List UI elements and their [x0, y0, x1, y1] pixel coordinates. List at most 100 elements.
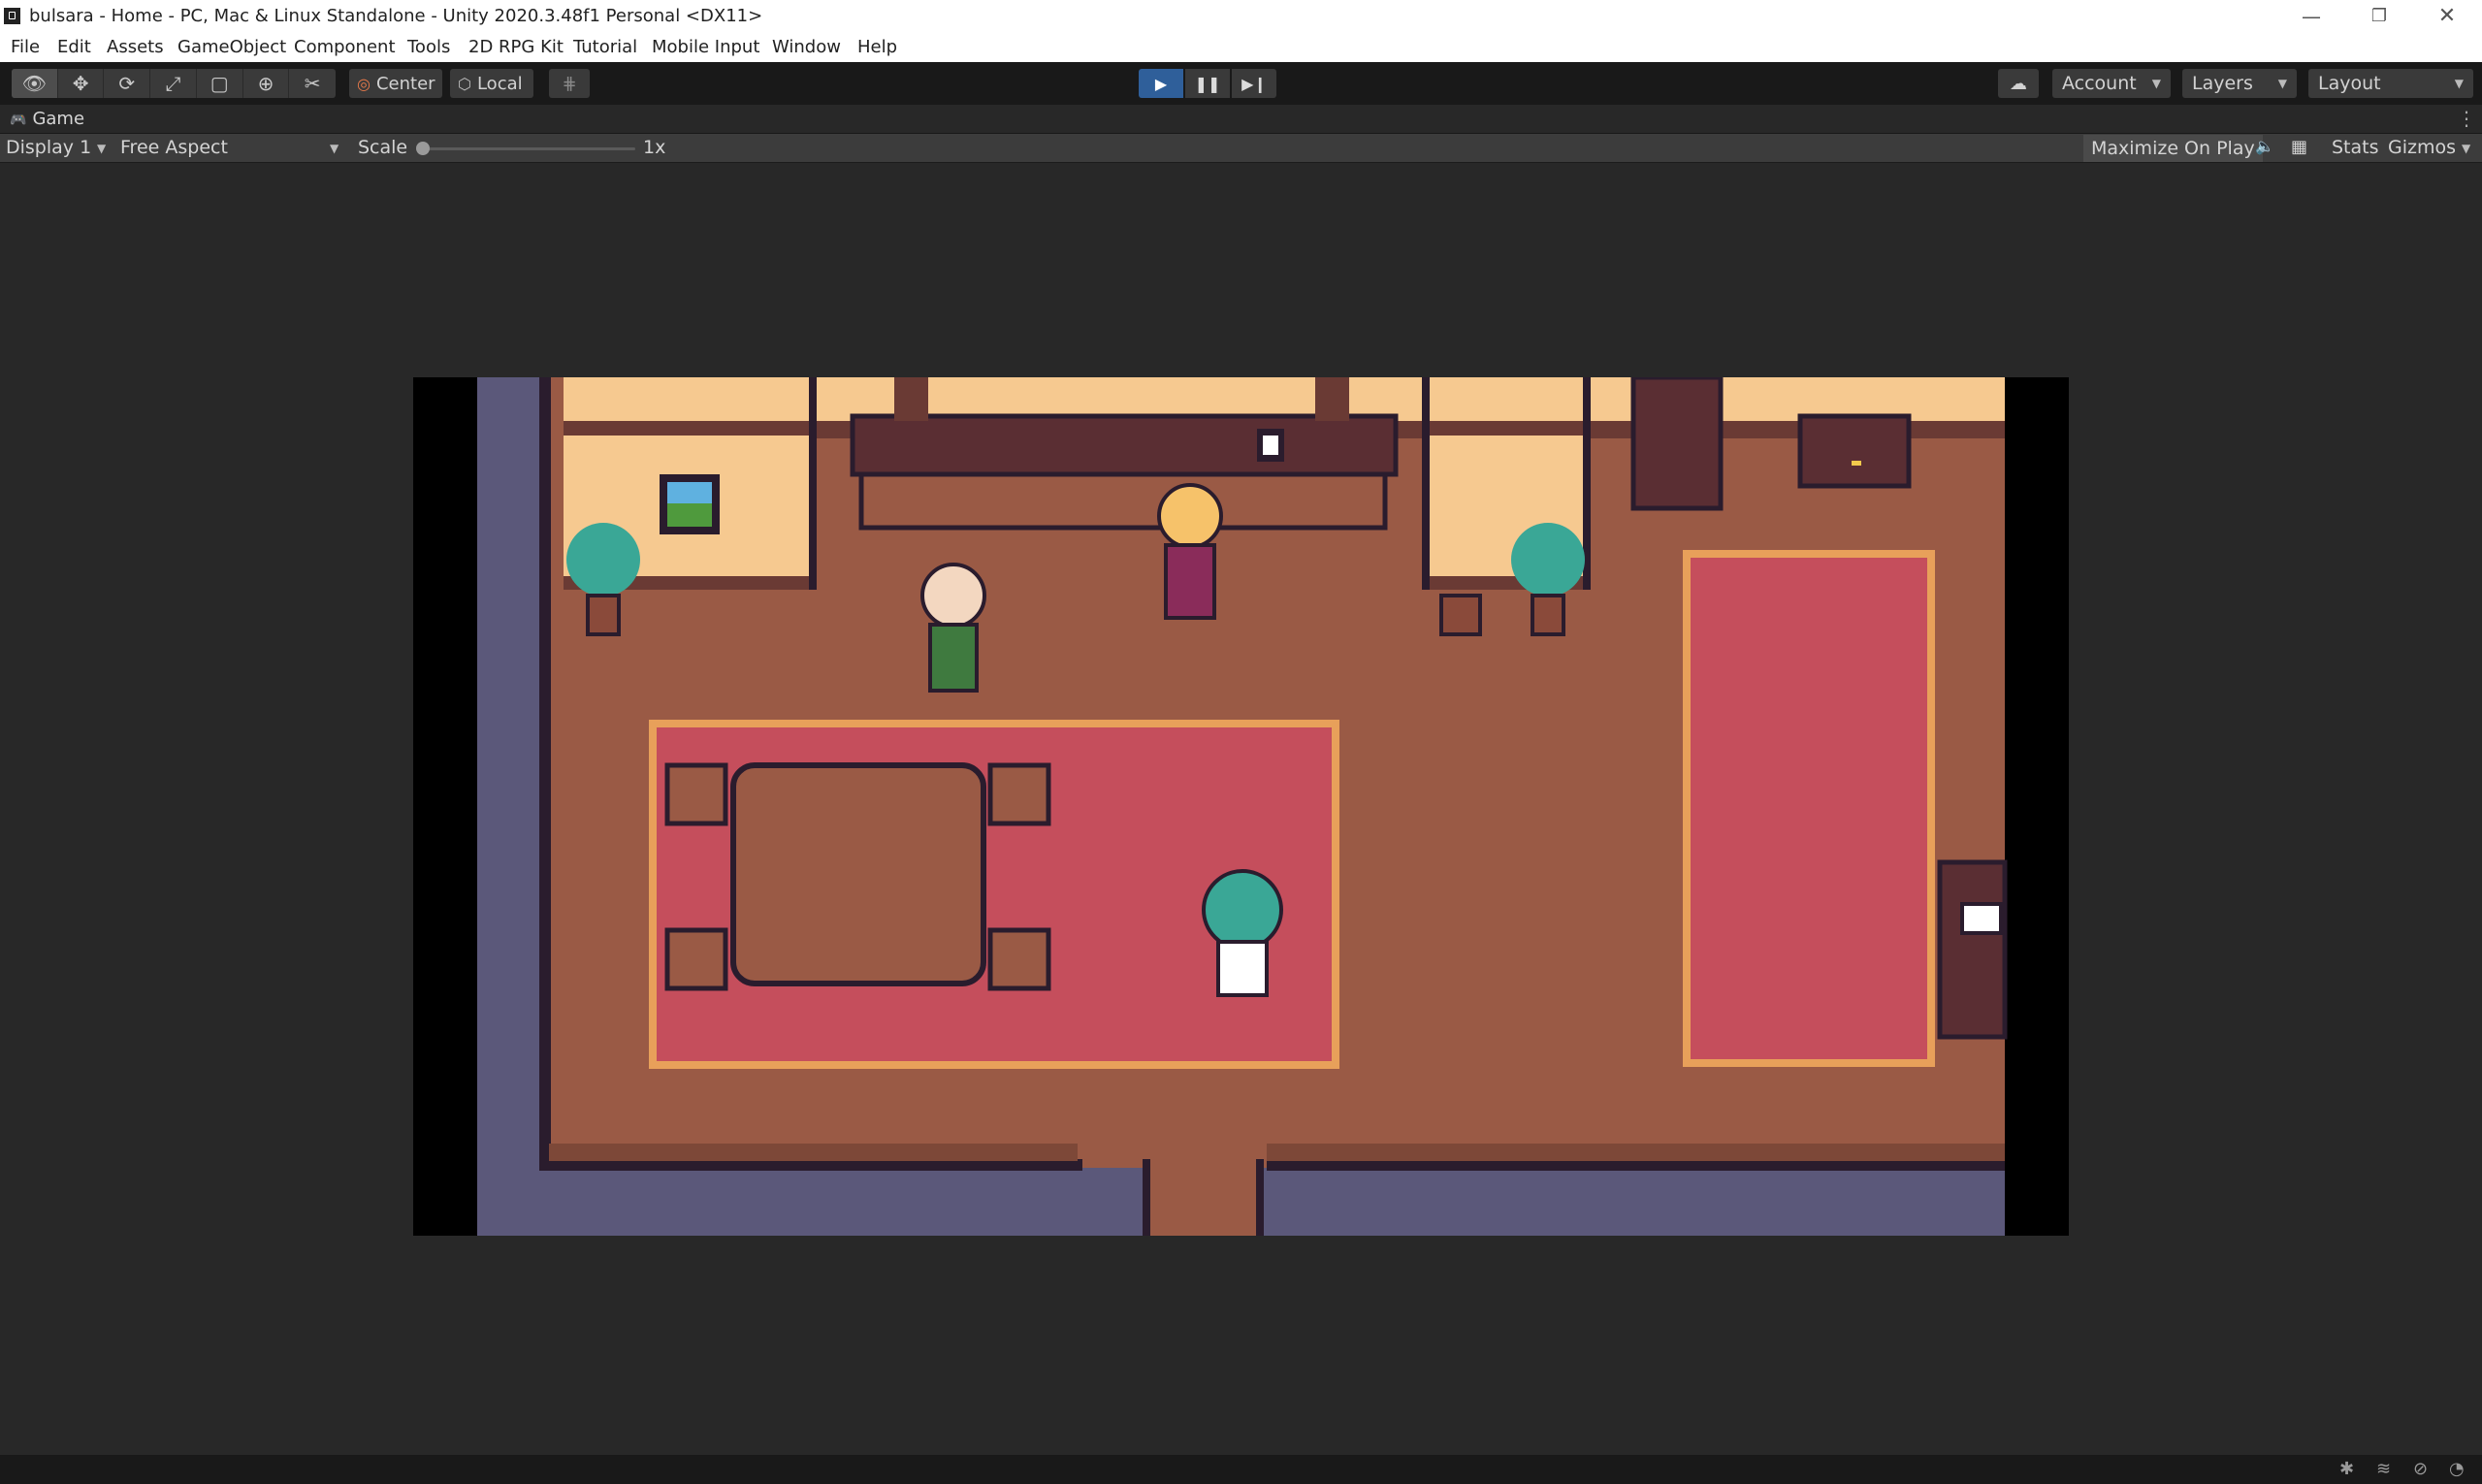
player-head [1202, 869, 1283, 951]
doorway-edge-right [1256, 1159, 1264, 1236]
main-toolbar: 👁 ✥ ⟳ ⤢ ▢ ⊕ ✂ ◎ Center ⬡ Local ⋕ ▶ ❚❚ ▶❙… [0, 62, 2482, 105]
step-icon: ▶❙ [1241, 74, 1267, 93]
caret-down-icon: ▼ [2454, 77, 2464, 90]
play-button[interactable]: ▶ [1139, 69, 1183, 98]
layers-icon[interactable]: ≋ [2376, 1459, 2391, 1479]
dresser [1797, 413, 1912, 489]
grid-icon[interactable]: ▦ [2291, 137, 2307, 157]
menu-window[interactable]: Window [772, 37, 841, 57]
doorway-edge-left [1143, 1159, 1150, 1236]
step-button[interactable]: ▶❙ [1232, 69, 1276, 98]
game-view [0, 163, 2482, 1455]
layers-dropdown[interactable]: Layers ▼ [2182, 69, 2297, 98]
restore-button[interactable]: ❐ [2345, 0, 2413, 33]
grid-snap-icon: ⋕ [562, 73, 577, 94]
move-tool-icon[interactable]: ✥ [58, 69, 105, 98]
layout-dropdown[interactable]: Layout ▼ [2308, 69, 2473, 98]
aspect-dropdown[interactable]: Free Aspect [120, 137, 228, 158]
plant-left-foliage [566, 523, 640, 597]
menu-gameobject[interactable]: GameObject [177, 37, 286, 57]
tab-menu-icon[interactable]: ⋮ [2457, 107, 2476, 130]
rect-tool-icon[interactable]: ▢ [197, 69, 243, 98]
menu-file[interactable]: File [11, 37, 40, 57]
mute-audio-icon[interactable]: 🔈 [2255, 137, 2274, 155]
doorway-floor [1143, 1159, 1264, 1236]
pivot-mode-button[interactable]: ◎ Center [349, 69, 442, 98]
account-dropdown[interactable]: Account ▼ [2052, 69, 2171, 98]
menu-mobile-input[interactable]: Mobile Input [652, 37, 759, 57]
barrel [1439, 594, 1482, 636]
game-view-toolbar: Display 1 ▼ Free Aspect ▼ Scale 1x Maxim… [0, 134, 2482, 163]
tall-cabinet [1630, 374, 1724, 511]
unity-logo-icon [4, 8, 20, 24]
pivot-space-button[interactable]: ⬡ Local [450, 69, 533, 98]
painting-grass [667, 503, 712, 527]
player-body [1216, 940, 1269, 997]
menu-tools[interactable]: Tools [407, 37, 450, 57]
game-render[interactable] [413, 374, 2069, 1236]
grid-snap-button[interactable]: ⋕ [549, 69, 590, 98]
caret-down-icon: ▼ [2151, 77, 2161, 90]
side-sign [1960, 902, 2003, 935]
stats-toggle[interactable]: Stats [2332, 137, 2379, 158]
scale-slider-track[interactable] [420, 147, 635, 150]
cube-icon: ⬡ [458, 74, 471, 93]
npc-old-man-body [928, 623, 979, 693]
chair-top-left [664, 762, 728, 826]
pause-button[interactable]: ❚❚ [1185, 69, 1230, 98]
caret-down-icon: ▼ [97, 142, 107, 155]
display-dropdown[interactable]: Display 1 [6, 137, 91, 158]
title-bar: bulsara - Home - PC, Mac & Linux Standal… [0, 0, 2482, 33]
floor-lip-right [1267, 1144, 2005, 1161]
chair-bottom-right [987, 927, 1051, 991]
game-tab-bar: 🎮 Game ⋮ [0, 105, 2482, 134]
gizmos-dropdown[interactable]: Gizmos [2388, 137, 2456, 158]
wall-edge-left [539, 377, 551, 1171]
window-title: bulsara - Home - PC, Mac & Linux Standal… [29, 6, 763, 26]
npc-girl-head [1157, 483, 1223, 549]
plant-right-foliage [1511, 523, 1585, 597]
dining-table [730, 762, 986, 986]
scale-value: 1x [643, 137, 666, 158]
menu-assets[interactable]: Assets [107, 37, 164, 57]
right-wall-edge-left [1422, 377, 1430, 590]
game-scene [477, 374, 2008, 1236]
view-tool-icon[interactable]: 👁 [12, 69, 58, 98]
menu-component[interactable]: Component [294, 37, 396, 57]
menu-tutorial[interactable]: Tutorial [573, 37, 637, 57]
transform-tool-icon[interactable]: ⊕ [243, 69, 290, 98]
kitchen-counter [850, 413, 1399, 477]
menu-2d-rpg-kit[interactable]: 2D RPG Kit [468, 37, 564, 57]
play-icon: ▶ [1154, 74, 1168, 93]
side-cabinet [1937, 859, 2008, 1040]
chair-bottom-left [664, 927, 728, 991]
scale-slider-handle[interactable] [416, 142, 430, 155]
counter-front [858, 471, 1388, 531]
caret-down-icon: ▼ [2462, 142, 2471, 155]
pause-icon: ❚❚ [1194, 74, 1221, 93]
plant-right-pot [1531, 594, 1565, 636]
npc-old-man-head [920, 563, 986, 629]
progress-icon[interactable]: ◔ [2449, 1459, 2465, 1479]
cache-icon[interactable]: ⊘ [2413, 1459, 2428, 1479]
custom-tool-icon[interactable]: ✂ [289, 69, 336, 98]
minimize-button[interactable]: — [2277, 0, 2345, 33]
rotate-tool-icon[interactable]: ⟳ [104, 69, 151, 98]
counter-post-right [1315, 377, 1349, 421]
menu-edit[interactable]: Edit [57, 37, 91, 57]
collab-button[interactable]: ☁ [1998, 69, 2039, 98]
close-button[interactable]: ✕ [2413, 0, 2481, 33]
status-bar: ✱ ≋ ⊘ ◔ [0, 1455, 2482, 1484]
maximize-on-play-toggle[interactable]: Maximize On Play [2083, 135, 2263, 162]
menu-help[interactable]: Help [857, 37, 897, 57]
caret-down-icon: ▼ [330, 142, 339, 155]
pivot-center-icon: ◎ [357, 74, 371, 93]
transform-tools: 👁 ✥ ⟳ ⤢ ▢ ⊕ ✂ [12, 69, 336, 98]
bug-icon[interactable]: ✱ [2339, 1459, 2354, 1479]
painting-sky [667, 482, 712, 505]
tab-game[interactable]: 🎮 Game [10, 109, 84, 129]
scale-tool-icon[interactable]: ⤢ [150, 69, 197, 98]
hall-rug [1683, 550, 1935, 1067]
npc-girl-body [1164, 543, 1216, 620]
left-wall-edge [809, 377, 817, 590]
